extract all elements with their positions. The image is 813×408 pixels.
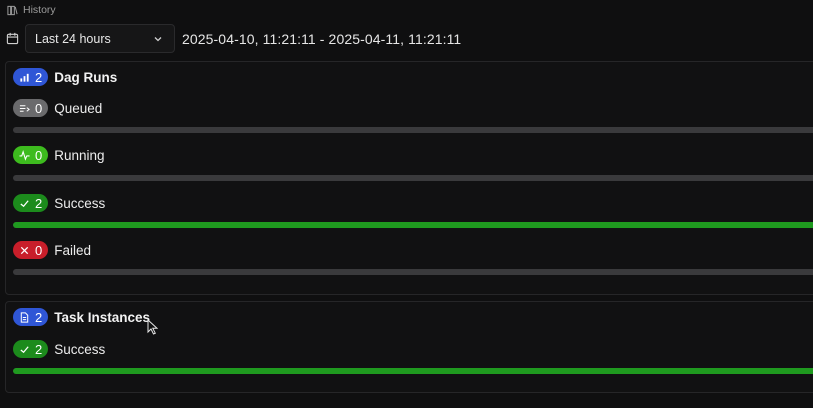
success-progress-fill <box>13 222 813 228</box>
task-success-progress-fill <box>13 368 813 374</box>
file-icon <box>20 311 29 323</box>
mouse-cursor-icon <box>147 319 158 335</box>
dag-runs-card: 2 Dag Runs 0 Queued 0 Running 2 Success … <box>5 61 813 295</box>
success-progress-bar <box>13 222 813 228</box>
task-instances-total-badge: 2 <box>13 308 49 326</box>
x-icon <box>20 246 29 254</box>
task-success-count: 2 <box>35 341 43 357</box>
success-badge: 2 <box>13 194 49 212</box>
task-success-progress-bar <box>13 368 813 374</box>
state-row-running: 0 Running <box>13 146 105 164</box>
running-progress-bar <box>13 175 813 181</box>
state-row-queued: 0 Queued <box>13 99 102 117</box>
task-success-label: Success <box>54 341 106 357</box>
dag-runs-title: Dag Runs <box>54 69 118 85</box>
time-range-selected: Last 24 hours <box>35 31 111 46</box>
task-instances-header: 2 Task Instances <box>13 308 150 326</box>
dag-runs-total-badge: 2 <box>13 68 49 86</box>
failed-badge: 0 <box>13 241 49 259</box>
task-instances-total: 2 <box>35 309 43 325</box>
success-label: Success <box>54 195 106 211</box>
dashboard-history: History Last 24 hours 2025-04-10, 11:21:… <box>0 0 813 408</box>
task-instances-card: 2 Task Instances 2 Success <box>5 301 813 393</box>
history-icon <box>7 5 18 15</box>
task-state-row-success: 2 Success <box>13 340 105 358</box>
time-range-row: Last 24 hours 2025-04-10, 11:21:11 - 202… <box>6 24 461 53</box>
queued-label: Queued <box>54 100 103 116</box>
success-count: 2 <box>35 195 43 211</box>
running-count: 0 <box>35 147 43 163</box>
time-range-text: 2025-04-10, 11:21:11 - 2025-04-11, 11:21… <box>182 30 462 47</box>
activity-icon <box>19 149 30 161</box>
history-title: History <box>23 4 56 16</box>
queue-list-icon <box>19 104 30 112</box>
state-row-failed: 0 Failed <box>13 241 91 259</box>
failed-progress-bar <box>13 269 813 275</box>
queued-count: 0 <box>35 100 43 116</box>
check-icon <box>20 199 29 207</box>
failed-label: Failed <box>54 242 92 258</box>
time-range-select[interactable]: Last 24 hours <box>25 24 175 53</box>
history-header: History <box>7 4 56 16</box>
dag-runs-total: 2 <box>35 69 43 85</box>
task-success-badge: 2 <box>13 340 49 358</box>
queued-badge: 0 <box>13 99 49 117</box>
task-instances-title: Task Instances <box>54 309 151 325</box>
failed-count: 0 <box>35 242 43 258</box>
check-icon <box>20 345 29 353</box>
chevron-down-icon <box>154 36 162 41</box>
queued-progress-bar <box>13 127 813 133</box>
running-badge: 0 <box>13 146 49 164</box>
bar-chart-icon <box>20 73 29 82</box>
dag-runs-header: 2 Dag Runs <box>13 68 117 86</box>
running-label: Running <box>54 147 105 163</box>
calendar-icon <box>6 32 19 45</box>
state-row-success: 2 Success <box>13 194 105 212</box>
